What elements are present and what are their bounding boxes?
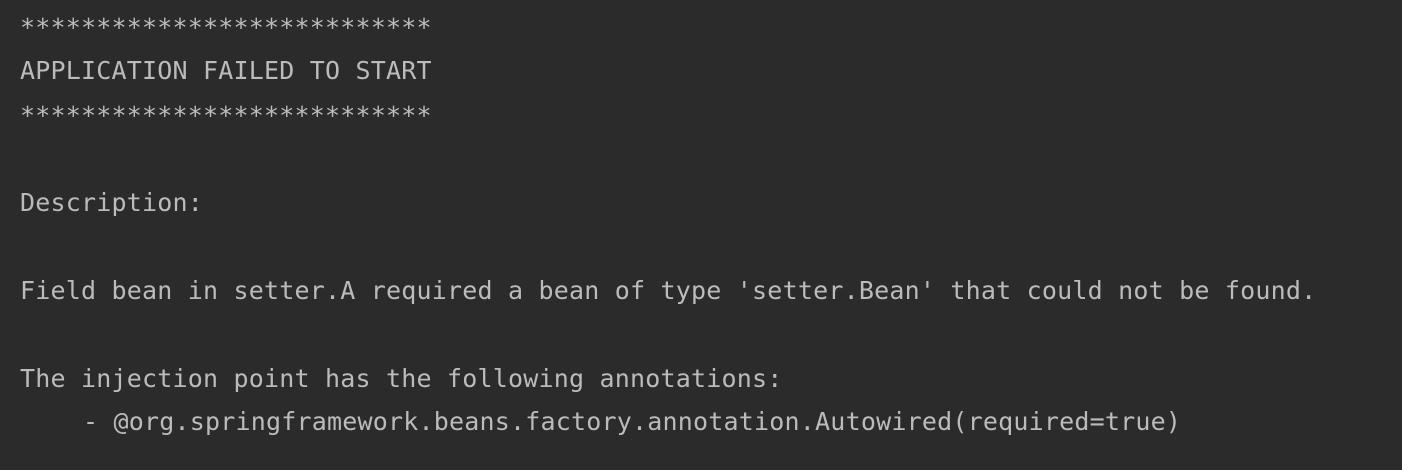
error-banner-title: APPLICATION FAILED TO START [20,56,432,85]
description-heading: Description: [20,188,204,217]
injection-point-heading: The injection point has the following an… [20,364,783,393]
console-output[interactable]: *************************** APPLICATION … [0,0,1402,470]
error-message: Field bean in setter.A required a bean o… [20,276,1317,305]
annotation-item: - @org.springframework.beans.factory.ann… [83,407,1182,436]
banner-top-border: *************************** [20,13,432,42]
banner-bottom-border: *************************** [20,101,432,130]
